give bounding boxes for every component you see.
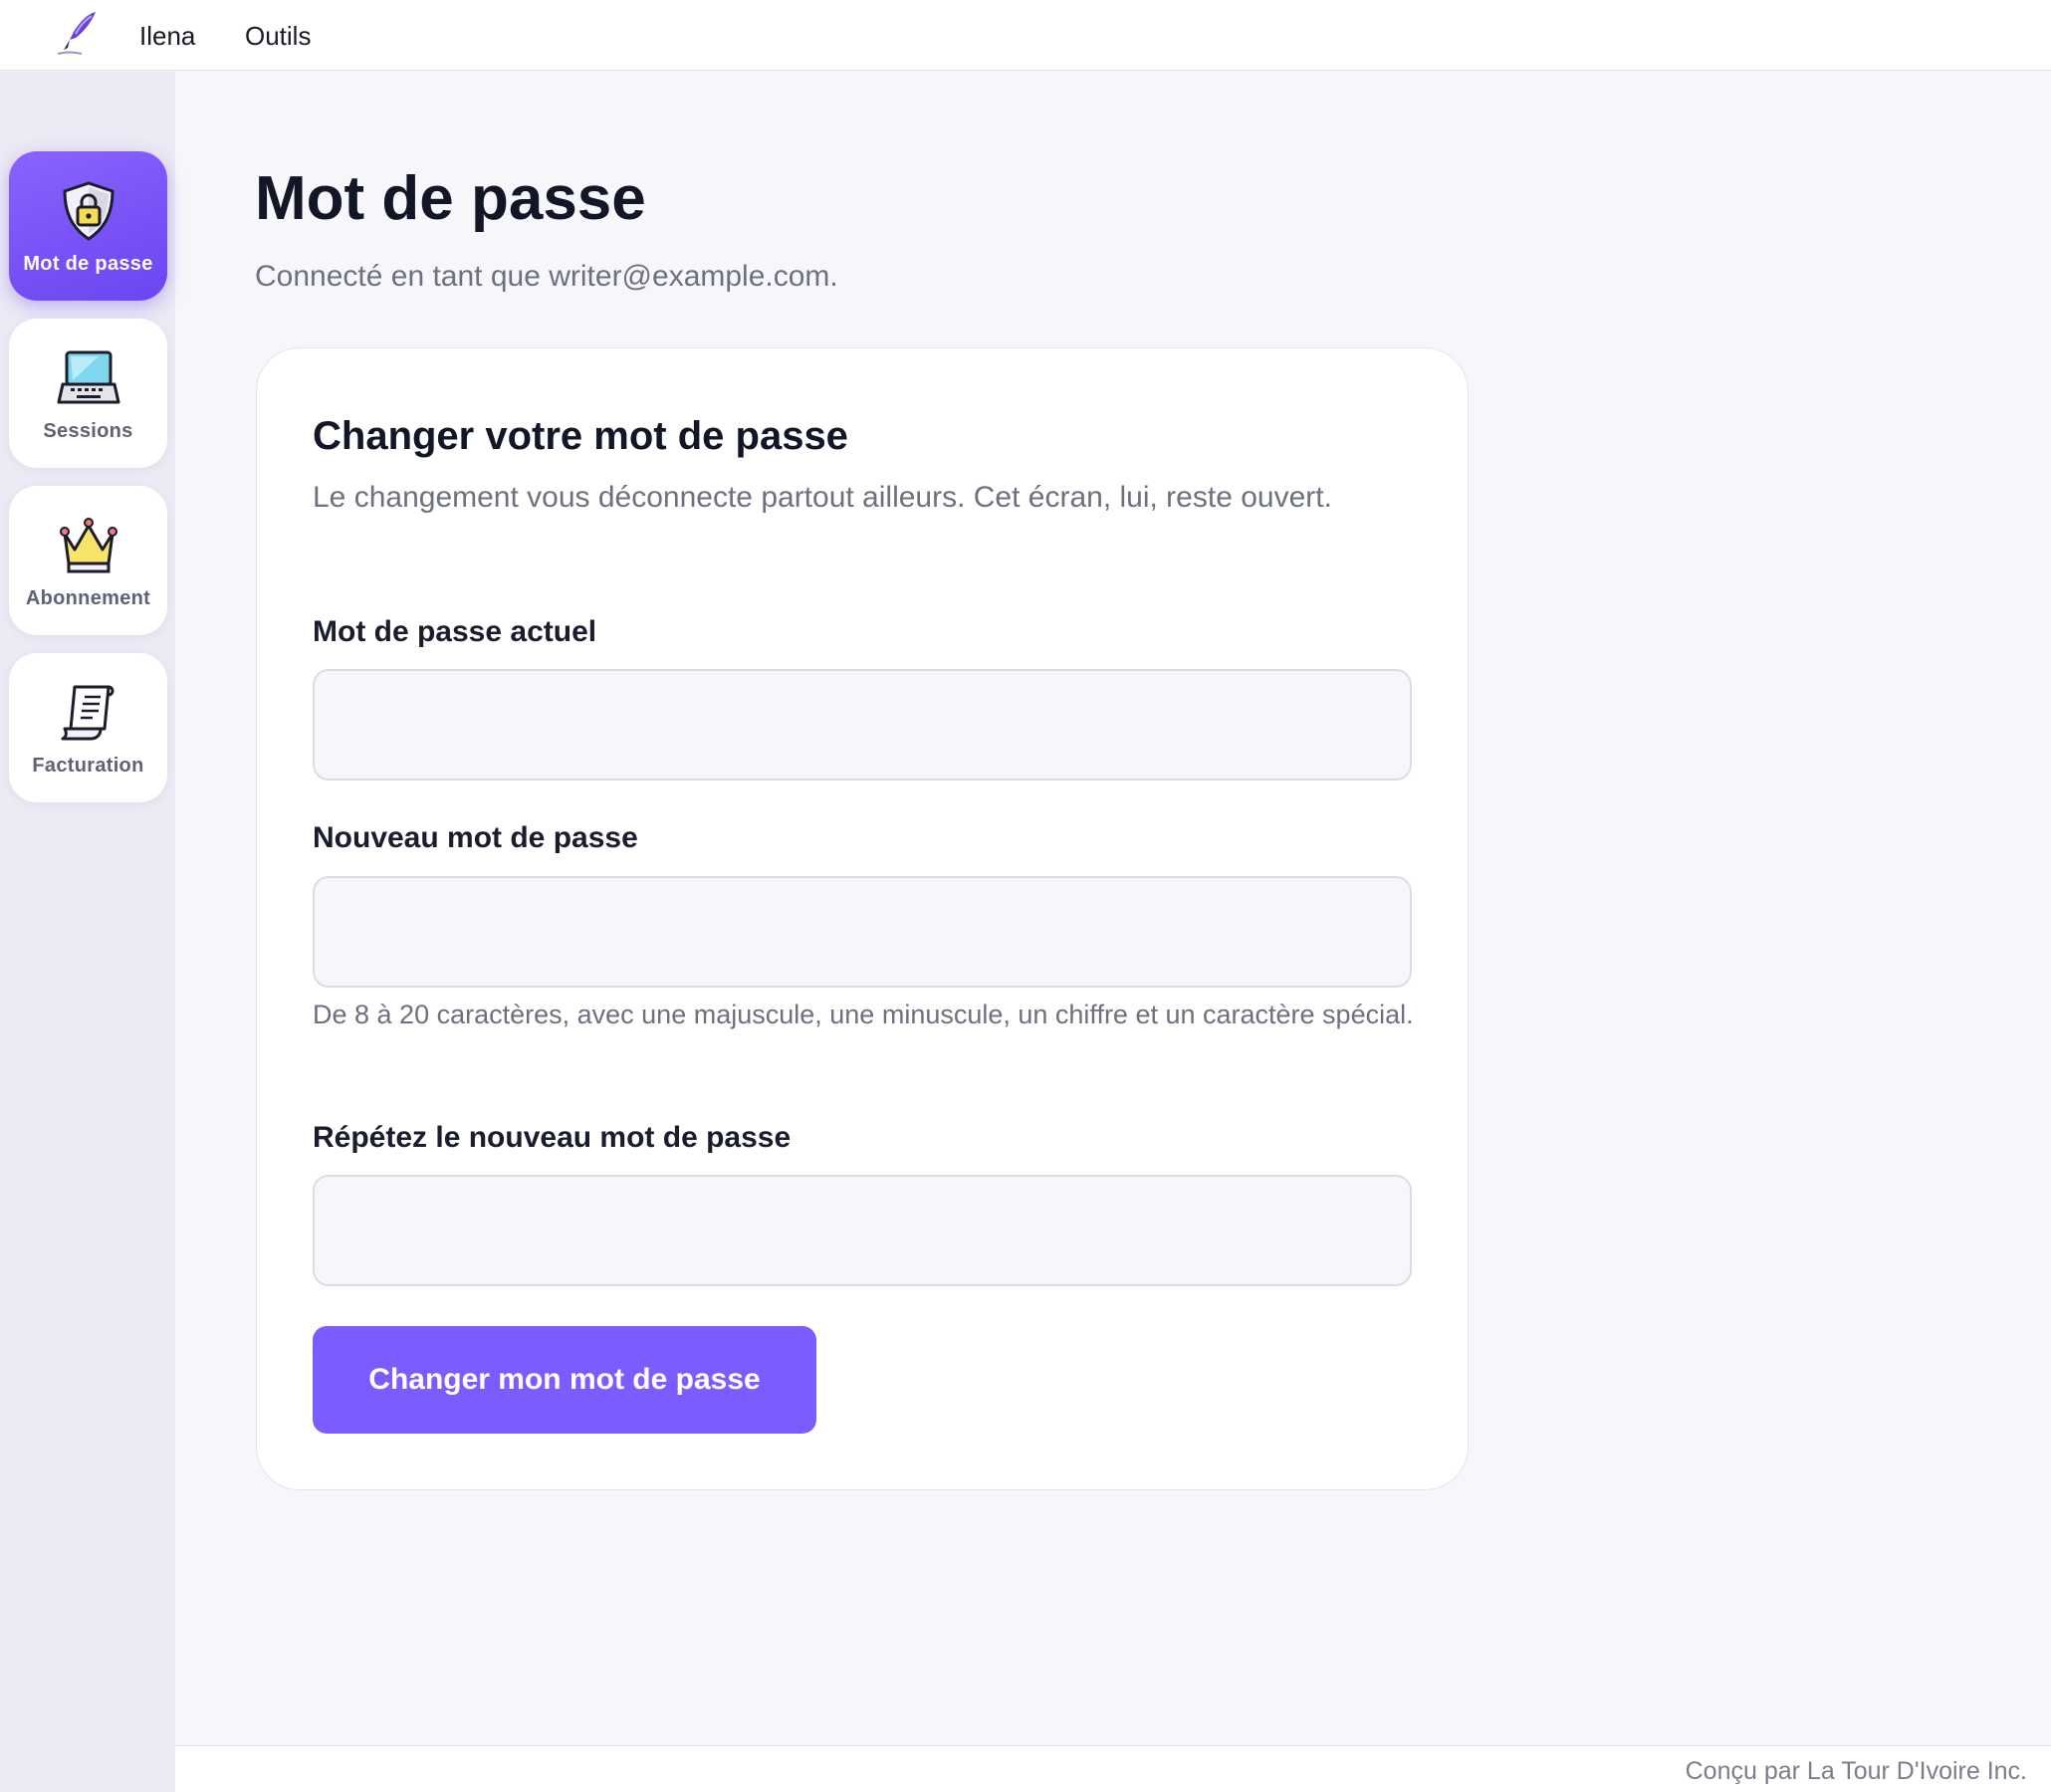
current-password-label: Mot de passe actuel bbox=[313, 615, 597, 648]
page-subtitle: Connecté en tant que writer@example.com. bbox=[255, 260, 838, 293]
top-navigation-bar: Ilena Outils bbox=[0, 0, 2051, 71]
laptop-icon bbox=[57, 350, 119, 404]
page-title: Mot de passe bbox=[255, 164, 646, 233]
footer-credit: Conçu par La Tour D'Ivoire Inc. bbox=[1685, 1757, 2027, 1785]
new-password-label: Nouveau mot de passe bbox=[313, 821, 638, 854]
quill-pen-logo-icon[interactable] bbox=[52, 8, 102, 58]
sidebar-item-label: Abonnement bbox=[25, 587, 151, 609]
change-password-button[interactable]: Changer mon mot de passe bbox=[313, 1326, 816, 1434]
current-password-input[interactable] bbox=[313, 669, 1412, 781]
password-requirements-hint: De 8 à 20 caractères, avec une majuscule… bbox=[313, 1000, 1414, 1029]
sidebar: Mot de passe Sessions Abonnement Factura… bbox=[0, 72, 175, 1792]
card-description: Le changement vous déconnecte partout ai… bbox=[313, 481, 1332, 514]
crown-icon bbox=[59, 518, 117, 573]
sidebar-item-subscription[interactable]: Abonnement bbox=[9, 486, 167, 635]
sidebar-item-password[interactable]: Mot de passe bbox=[9, 151, 167, 301]
change-password-card: Changer votre mot de passe Le changement… bbox=[256, 347, 1469, 1490]
receipt-scroll-icon bbox=[61, 685, 114, 741]
repeat-password-label: Répétez le nouveau mot de passe bbox=[313, 1121, 792, 1154]
new-password-input[interactable] bbox=[313, 876, 1412, 988]
sidebar-item-label: Sessions bbox=[43, 420, 133, 442]
nav-link-ilena[interactable]: Ilena bbox=[139, 18, 195, 54]
shield-lock-icon bbox=[63, 181, 114, 241]
sidebar-item-sessions[interactable]: Sessions bbox=[9, 319, 167, 468]
card-title: Changer votre mot de passe bbox=[313, 414, 848, 458]
sidebar-item-label: Facturation bbox=[32, 755, 144, 777]
sidebar-item-label: Mot de passe bbox=[23, 253, 153, 275]
repeat-password-input[interactable] bbox=[313, 1175, 1412, 1286]
nav-link-outils[interactable]: Outils bbox=[245, 18, 311, 54]
footer: Conçu par La Tour D'Ivoire Inc. bbox=[175, 1745, 2051, 1792]
sidebar-item-billing[interactable]: Facturation bbox=[9, 653, 167, 802]
